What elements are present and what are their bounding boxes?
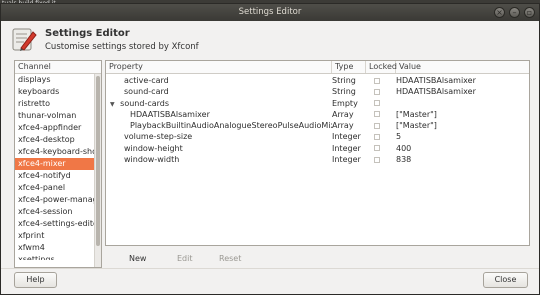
channel-item-xfprint[interactable]: xfprint [15, 230, 101, 242]
property-type: Array [332, 121, 354, 131]
channel-item-xfce4-appfinder[interactable]: xfce4-appfinder [15, 122, 101, 134]
close-window-button[interactable]: × [494, 7, 505, 18]
property-name: window-width [124, 155, 180, 165]
locked-checkbox[interactable] [370, 120, 396, 131]
property-toolbar: New Edit Reset [105, 252, 325, 266]
dialog-title: Settings Editor [45, 28, 130, 39]
table-row[interactable]: window-height Integer 400 [106, 143, 529, 154]
column-header-property[interactable]: Property [106, 61, 332, 73]
property-type: Array [332, 109, 354, 119]
property-value: 838 [396, 155, 412, 165]
table-row[interactable]: volume-step-size Integer 5 [106, 131, 529, 142]
locked-checkbox[interactable] [370, 143, 396, 154]
table-row[interactable]: active-card String HDAATISBAlsamixer [106, 75, 529, 86]
property-name: window-height [124, 143, 183, 153]
locked-checkbox[interactable] [370, 98, 396, 109]
channel-item-keyboards[interactable]: keyboards [15, 86, 101, 98]
table-row[interactable]: HDAATISBAlsamixer Array ["Master"] [106, 109, 529, 120]
table-row[interactable]: ▼ sound-cards Empty [106, 98, 529, 109]
window-controls: × – ▫ [494, 7, 535, 18]
property-value: 400 [396, 143, 412, 153]
property-rows: active-card String HDAATISBAlsamixer sou… [106, 75, 529, 165]
property-table-header: Property Type Locked Value [106, 61, 529, 74]
channel-item-displays[interactable]: displays [15, 74, 101, 86]
locked-checkbox[interactable] [370, 154, 396, 165]
new-property-button[interactable]: New [129, 252, 146, 266]
channel-item-thunar-volman[interactable]: thunar-volman [15, 110, 101, 122]
dialog-header: Settings Editor Customise settings store… [11, 26, 411, 56]
channel-item-xfce4-settings-editor[interactable]: xfce4-settings-editor [15, 218, 101, 230]
column-header-type[interactable]: Type [332, 61, 366, 73]
property-name: volume-step-size [124, 132, 193, 142]
channel-item-xfce4-desktop[interactable]: xfce4-desktop [15, 134, 101, 146]
property-name: HDAATISBAlsamixer [130, 109, 210, 119]
property-table-pane: Property Type Locked Value active-card S… [105, 60, 530, 246]
dialog-subtitle: Customise settings stored by Xfconf [45, 42, 199, 52]
property-type: Integer [332, 132, 361, 142]
reset-property-button[interactable]: Reset [219, 252, 241, 266]
property-value: HDAATISBAlsamixer [396, 76, 476, 85]
channel-item-xfce4-power-manager[interactable]: xfce4-power-manager [15, 194, 101, 206]
column-header-value[interactable]: Value [396, 61, 529, 73]
property-value [396, 98, 526, 109]
property-type: String [332, 87, 356, 97]
close-button[interactable]: Close [483, 272, 528, 288]
footer-divider [1, 268, 539, 269]
channel-scrollbar-thumb[interactable] [96, 76, 100, 246]
channel-item-xfwm4[interactable]: xfwm4 [15, 242, 101, 254]
property-value: HDAATISBAlsamixer [396, 87, 476, 97]
channel-list: displays keyboards ristretto thunar-volm… [15, 74, 101, 260]
channel-item-xsettings[interactable]: xsettings [15, 254, 101, 260]
channel-scrollbar[interactable] [94, 74, 101, 267]
table-row[interactable]: window-width Integer 838 [106, 154, 529, 165]
table-row[interactable]: sound-card String HDAATISBAlsamixer [106, 86, 529, 97]
minimize-window-button[interactable]: – [509, 7, 520, 18]
property-type: Integer [332, 143, 361, 153]
column-header-locked[interactable]: Locked [366, 61, 397, 73]
edit-property-button[interactable]: Edit [177, 252, 193, 266]
property-value: ["Master"] [396, 121, 437, 131]
settings-editor-icon [12, 28, 37, 51]
property-type: String [332, 76, 356, 85]
channel-item-xfce4-mixer[interactable]: xfce4-mixer [15, 158, 101, 170]
settings-editor-window: Settings Editor × – ▫ Settings Editor Cu… [0, 3, 540, 295]
property-name: PlaybackBuiltinAudioAnalogueStereoPulseA… [130, 121, 332, 131]
maximize-window-button[interactable]: ▫ [524, 7, 535, 18]
property-name: active-card [124, 76, 169, 85]
locked-checkbox[interactable] [370, 75, 396, 86]
property-name: sound-cards [120, 98, 170, 108]
channel-item-ristretto[interactable]: ristretto [15, 98, 101, 110]
title-bar[interactable]: Settings Editor × – ▫ [1, 4, 539, 21]
table-row[interactable]: PlaybackBuiltinAudioAnalogueStereoPulseA… [106, 120, 529, 131]
property-type: Integer [332, 155, 361, 165]
locked-checkbox[interactable] [370, 109, 396, 120]
channel-item-xfce4-panel[interactable]: xfce4-panel [15, 182, 101, 194]
locked-checkbox[interactable] [370, 131, 396, 142]
window-title: Settings Editor [238, 7, 302, 17]
property-value: 5 [396, 132, 402, 142]
channel-item-xfce4-notifyd[interactable]: xfce4-notifyd [15, 170, 101, 182]
property-type: Empty [332, 98, 358, 108]
channel-column-header[interactable]: Channel [15, 61, 101, 74]
locked-checkbox[interactable] [370, 86, 396, 97]
channel-list-pane: Channel displays keyboards ristretto thu… [14, 60, 102, 268]
property-name: sound-card [124, 87, 169, 97]
help-button[interactable]: Help [14, 272, 57, 288]
property-value: ["Master"] [396, 109, 437, 119]
property-tree-node: ▼ sound-cards [110, 98, 332, 109]
expander-triangle-icon[interactable]: ▼ [110, 101, 115, 108]
channel-item-xfce4-session[interactable]: xfce4-session [15, 206, 101, 218]
channel-item-xfce4-keyboard-shortcuts[interactable]: xfce4-keyboard-shortcu [15, 146, 101, 158]
